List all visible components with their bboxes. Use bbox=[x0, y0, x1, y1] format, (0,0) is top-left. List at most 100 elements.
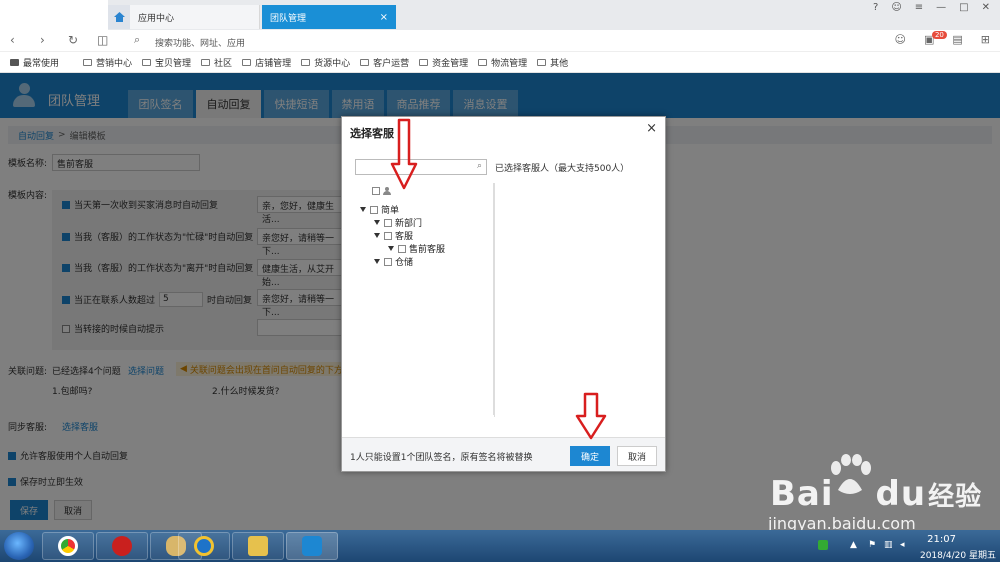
ie-icon bbox=[194, 536, 214, 556]
bookmark-logistics[interactable]: 物流管理 bbox=[478, 56, 527, 69]
chrome-icon bbox=[58, 536, 78, 556]
bookmark-community[interactable]: 社区 bbox=[201, 56, 232, 69]
checkbox[interactable] bbox=[370, 205, 378, 214]
annotation-arrow-down-icon bbox=[390, 118, 418, 190]
folder-icon bbox=[537, 59, 547, 66]
home-icon bbox=[113, 12, 125, 22]
tab-app-center[interactable]: 应用中心 bbox=[130, 5, 260, 29]
back-icon[interactable]: ‹ bbox=[10, 33, 15, 47]
folder-icon bbox=[242, 59, 252, 66]
checkbox[interactable] bbox=[384, 257, 392, 266]
grid-icon[interactable]: ⊞ bbox=[981, 33, 990, 46]
taskbar-explorer[interactable] bbox=[232, 532, 284, 560]
annotation-arrow-down-icon bbox=[575, 392, 607, 440]
stack-icon bbox=[10, 59, 19, 66]
bookmark-funds[interactable]: 资金管理 bbox=[419, 56, 468, 69]
dialog-footer: 1人只能设置1个团队签名，原有签名将被替换 确定 取消 bbox=[342, 437, 665, 471]
clock-time[interactable]: 21:07 bbox=[927, 534, 956, 545]
folder-icon bbox=[83, 59, 93, 66]
folder-icon bbox=[201, 59, 211, 66]
folder-icon bbox=[478, 59, 488, 66]
tab-team-management[interactable]: 团队管理 × bbox=[262, 5, 396, 29]
menu-icon[interactable]: ≡ bbox=[915, 2, 923, 13]
confirm-button[interactable]: 确定 bbox=[570, 446, 610, 466]
expand-toggle-icon[interactable] bbox=[360, 207, 366, 212]
folder-icon bbox=[142, 59, 152, 66]
footer-note: 1人只能设置1个团队签名，原有签名将被替换 bbox=[350, 453, 533, 463]
window-controls: ? ☺ ≡ — □ ✕ bbox=[873, 2, 990, 13]
tab-label: 应用中心 bbox=[138, 13, 175, 24]
bookmark-shop[interactable]: 店铺管理 bbox=[242, 56, 291, 69]
tray-network-icon[interactable]: ▥ bbox=[884, 540, 894, 550]
bookmark-customer[interactable]: 客户运营 bbox=[360, 56, 409, 69]
tree-node-root[interactable]: 简单 bbox=[360, 203, 399, 216]
checkbox[interactable] bbox=[384, 218, 392, 227]
magnifier-icon: ⌕ bbox=[476, 161, 482, 171]
notification-badge: 20 bbox=[931, 31, 947, 39]
expand-toggle-icon[interactable] bbox=[374, 233, 380, 238]
expand-toggle-icon[interactable] bbox=[374, 220, 380, 225]
bookmark-goods[interactable]: 宝贝管理 bbox=[142, 56, 191, 69]
tree-node-new-dept[interactable]: 新部门 bbox=[374, 216, 422, 229]
tree-node-presale[interactable]: 售前客服 bbox=[388, 242, 445, 255]
dialog-cancel-button[interactable]: 取消 bbox=[617, 446, 657, 466]
watermark-brand: Bai du经验 bbox=[770, 474, 983, 514]
minimize-icon[interactable]: — bbox=[936, 2, 946, 13]
tray-flag-icon[interactable]: ⚑ bbox=[868, 540, 878, 550]
address-bar: ‹ › ↻ ◫ ⌕ 搜索功能、网址、应用 ☺ ▣ 20 ▤ ⊞ bbox=[0, 30, 1000, 52]
expand-toggle-icon[interactable] bbox=[388, 246, 394, 251]
close-icon[interactable]: × bbox=[646, 121, 657, 136]
checkbox[interactable] bbox=[384, 231, 392, 240]
selected-panel-divider bbox=[494, 183, 495, 417]
expand-toggle-icon[interactable] bbox=[374, 259, 380, 264]
tray-up-icon[interactable]: ▲ bbox=[850, 540, 860, 550]
bookmark-marketing[interactable]: 营销中心 bbox=[83, 56, 132, 69]
dialog-title: 选择客服 bbox=[350, 127, 394, 140]
folder-icon bbox=[248, 536, 268, 556]
tree-node-service[interactable]: 客服 bbox=[374, 229, 413, 242]
help-icon[interactable]: ? bbox=[873, 2, 878, 13]
close-icon[interactable]: × bbox=[380, 12, 388, 23]
toolbar-right-icons: ☺ ▣ 20 ▤ ⊞ bbox=[895, 31, 990, 46]
screenshot-icon[interactable]: ◫ bbox=[97, 33, 108, 47]
tree-node-warehouse[interactable]: 仓储 bbox=[374, 255, 413, 268]
bookmark-frequent[interactable]: 最常使用 bbox=[10, 56, 59, 69]
home-tab[interactable] bbox=[108, 5, 130, 29]
folder-icon bbox=[419, 59, 429, 66]
bell-icon[interactable]: ▣ 20 bbox=[924, 31, 947, 46]
card-icon[interactable]: ▤ bbox=[952, 33, 962, 46]
taskbar-qianniu[interactable] bbox=[286, 532, 338, 560]
baidu-watermark: Bai du经验 jingyan.baidu.com bbox=[760, 454, 990, 536]
browser-tab-bar: 应用中心 团队管理 × ? ☺ ≡ — □ ✕ bbox=[0, 0, 1000, 30]
tray-app-icon[interactable] bbox=[818, 540, 828, 550]
forward-icon[interactable]: › bbox=[40, 33, 45, 47]
bookmark-other[interactable]: 其他 bbox=[537, 56, 568, 69]
taskbar-app-red[interactable] bbox=[96, 532, 148, 560]
user-icon[interactable]: ☺ bbox=[891, 2, 901, 13]
smile-icon[interactable]: ☺ bbox=[895, 33, 906, 46]
close-window-icon[interactable]: ✕ bbox=[982, 2, 990, 13]
red-app-icon bbox=[112, 536, 132, 556]
folder-icon bbox=[360, 59, 370, 66]
selected-agents-label: 已选择客服人（最大支持500人） bbox=[495, 164, 630, 174]
windows-taskbar: ▲ ⚑ ▥ ◂ 21:07 2018/4/20 星期五 bbox=[0, 530, 1000, 562]
taskbar-ie[interactable] bbox=[178, 532, 230, 560]
search-icon: ⌕ bbox=[134, 33, 141, 46]
start-button[interactable] bbox=[4, 532, 34, 560]
taskbar-chrome[interactable] bbox=[42, 532, 94, 560]
tabbar-blank bbox=[0, 0, 108, 30]
checkbox[interactable] bbox=[398, 244, 406, 253]
agent-search-input[interactable]: ⌕ bbox=[355, 159, 487, 175]
qianniu-icon bbox=[302, 536, 322, 556]
bookmark-supply[interactable]: 货源中心 bbox=[301, 56, 350, 69]
refresh-icon[interactable]: ↻ bbox=[68, 33, 78, 47]
tray-volume-icon[interactable]: ◂ bbox=[900, 540, 910, 550]
bookmarks-bar: 最常使用 营销中心 宝贝管理 社区 店铺管理 货源中心 客户运营 资金管理 物流… bbox=[0, 53, 1000, 73]
checkbox[interactable] bbox=[372, 187, 380, 195]
folder-icon bbox=[301, 59, 311, 66]
maximize-icon[interactable]: □ bbox=[959, 2, 968, 13]
search-input[interactable]: 搜索功能、网址、应用 bbox=[155, 36, 245, 49]
system-tray: ▲ ⚑ ▥ ◂ 21:07 2018/4/20 星期五 bbox=[800, 530, 1000, 562]
clock-date[interactable]: 2018/4/20 星期五 bbox=[920, 548, 996, 561]
tab-label: 团队管理 bbox=[270, 13, 307, 24]
